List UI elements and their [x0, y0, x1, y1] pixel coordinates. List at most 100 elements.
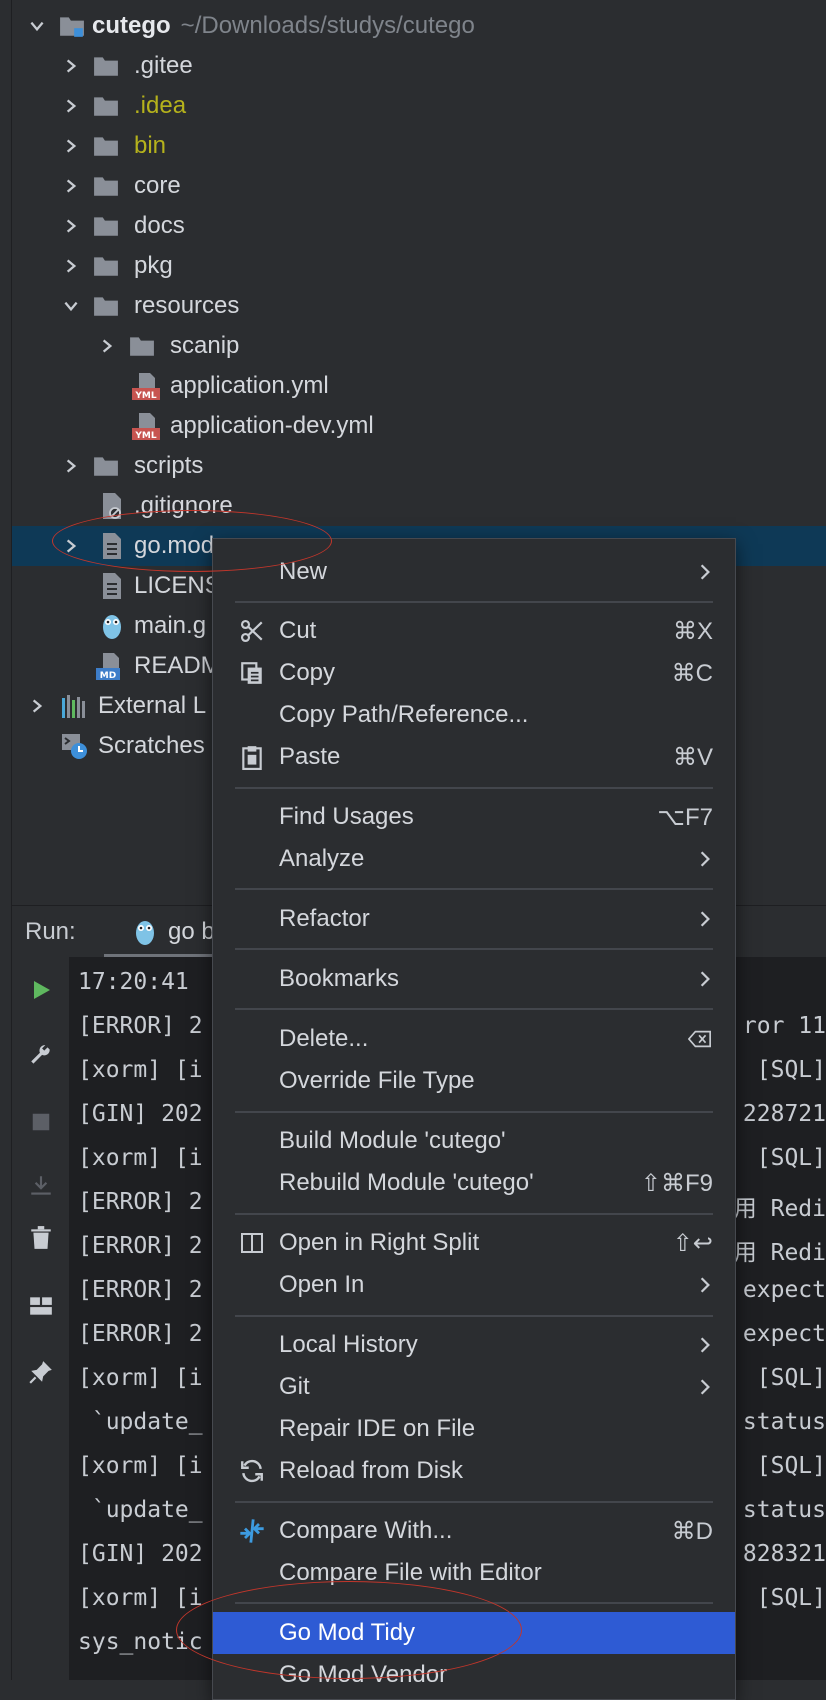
tree-item-gitee[interactable]: .gitee: [12, 46, 826, 86]
module-folder-icon: [58, 12, 86, 40]
clipboard-icon: [237, 742, 267, 772]
submenu-arrow-icon: [697, 849, 713, 869]
menu-item-label: Go Mod Tidy: [279, 1619, 416, 1646]
chevron-right-icon[interactable]: [60, 95, 82, 117]
console-line: `update_: [78, 1497, 203, 1523]
run-icon[interactable]: [26, 975, 56, 1005]
ignore-file-icon: [98, 492, 126, 520]
menu-item-find-usages[interactable]: Find Usages ⌥F7: [213, 796, 735, 838]
tree-item-label: resources: [134, 292, 240, 319]
chevron-right-icon[interactable]: [60, 135, 82, 157]
tree-item-scripts[interactable]: scripts: [12, 446, 826, 486]
menu-item-paste[interactable]: Paste ⌘V: [213, 736, 735, 778]
tree-item-label: .gitee: [134, 52, 193, 79]
submenu-arrow-icon: [697, 562, 713, 582]
menu-item-rebuild-module[interactable]: Rebuild Module 'cutego' ⇧⌘F9: [213, 1162, 735, 1204]
reload-icon: [237, 1456, 267, 1486]
shortcut-label: ⌘C: [671, 659, 713, 687]
wrench-icon[interactable]: [26, 1041, 56, 1071]
shortcut-label: ⇧⌘F9: [640, 1169, 713, 1197]
shortcut-label: ⇧↩: [672, 1229, 713, 1257]
menu-item-compare-with[interactable]: Compare With... ⌘D: [213, 1510, 735, 1552]
menu-item-compare-file-with-editor[interactable]: Compare File with Editor: [213, 1552, 735, 1594]
menu-item-local-history[interactable]: Local History: [213, 1324, 735, 1366]
menu-item-label: Open in Right Split: [279, 1229, 480, 1256]
tree-item-docs[interactable]: docs: [12, 206, 826, 246]
trash-icon[interactable]: [26, 1223, 56, 1253]
text-file-icon: [98, 532, 126, 560]
menu-item-open-in-right-split[interactable]: Open in Right Split ⇧↩: [213, 1222, 735, 1264]
submenu-arrow-icon: [697, 969, 713, 989]
chevron-right-icon[interactable]: [60, 55, 82, 77]
console-line-tail: [SQL]: [756, 1365, 826, 1391]
shortcut-label: ⌥F7: [657, 803, 713, 831]
md-badge-text: MD: [100, 671, 116, 680]
menu-item-git[interactable]: Git: [213, 1366, 735, 1408]
chevron-right-icon[interactable]: [60, 535, 82, 557]
menu-item-cut[interactable]: Cut ⌘X: [213, 610, 735, 652]
chevron-right-icon[interactable]: [60, 255, 82, 277]
menu-item-label: Git: [279, 1373, 310, 1400]
stop-icon[interactable]: [26, 1107, 56, 1137]
menu-item-label: Override File Type: [279, 1067, 475, 1094]
tree-item-application-yml[interactable]: YML application.yml: [12, 366, 826, 406]
menu-item-override-file-type[interactable]: Override File Type: [213, 1060, 735, 1102]
tree-root-row[interactable]: cutego ~/Downloads/studys/cutego: [12, 6, 826, 46]
chevron-right-icon[interactable]: [60, 455, 82, 477]
tree-item-application-dev-yml[interactable]: YML application-dev.yml: [12, 406, 826, 446]
tree-item-pkg[interactable]: pkg: [12, 246, 826, 286]
root-name: cutego: [92, 12, 171, 39]
folder-icon: [92, 92, 120, 120]
chevron-right-icon[interactable]: [26, 695, 48, 717]
menu-item-build-module[interactable]: Build Module 'cutego': [213, 1120, 735, 1162]
menu-separator: [235, 948, 713, 950]
menu-item-label: Reload from Disk: [279, 1457, 464, 1484]
chevron-right-icon[interactable]: [60, 175, 82, 197]
menu-item-label: Analyze: [279, 845, 365, 872]
menu-item-delete[interactable]: Delete...: [213, 1018, 735, 1060]
tree-item-label: core: [134, 172, 181, 199]
menu-item-label: Rebuild Module 'cutego': [279, 1169, 534, 1196]
pin-icon[interactable]: [26, 1357, 56, 1387]
folder-icon: [92, 252, 120, 280]
chevron-down-icon[interactable]: [26, 15, 48, 37]
menu-item-new[interactable]: New: [213, 551, 735, 593]
chevron-right-icon[interactable]: [60, 215, 82, 237]
tree-item-resources[interactable]: resources: [12, 286, 826, 326]
tree-item-gitignore[interactable]: .gitignore: [12, 486, 826, 526]
text-file-icon: [98, 572, 126, 600]
menu-item-go-mod-vendor[interactable]: Go Mod Vendor: [213, 1654, 735, 1696]
chevron-right-icon[interactable]: [96, 335, 118, 357]
menu-item-analyze[interactable]: Analyze: [213, 838, 735, 880]
console-line-tail: 用 Redi: [733, 1196, 826, 1222]
context-menu: New Cut ⌘X Copy ⌘C Copy Path/Reference..…: [212, 538, 736, 1700]
console-line: [ERROR] 2: [78, 1277, 203, 1303]
layout-icon[interactable]: [26, 1291, 56, 1321]
scroll-to-end-icon[interactable]: [26, 1171, 56, 1201]
menu-item-reload-from-disk[interactable]: Reload from Disk: [213, 1450, 735, 1492]
folder-icon: [92, 52, 120, 80]
copy-icon: [237, 658, 267, 688]
tree-item-core[interactable]: core: [12, 166, 826, 206]
menu-item-copy[interactable]: Copy ⌘C: [213, 652, 735, 694]
menu-item-refactor[interactable]: Refactor: [213, 898, 735, 940]
console-line: [xorm] [i: [78, 1453, 203, 1479]
menu-item-open-in[interactable]: Open In: [213, 1264, 735, 1306]
menu-item-bookmarks[interactable]: Bookmarks: [213, 958, 735, 1000]
chevron-down-icon[interactable]: [60, 295, 82, 317]
tree-item-bin[interactable]: bin: [12, 126, 826, 166]
gopher-icon: [98, 612, 126, 640]
tree-item-label: main.g: [134, 612, 207, 639]
folder-icon: [92, 292, 120, 320]
menu-item-go-mod-tidy[interactable]: Go Mod Tidy: [213, 1612, 735, 1654]
tree-item-idea[interactable]: .idea: [12, 86, 826, 126]
menu-separator: [235, 1008, 713, 1010]
split-view-icon: [237, 1228, 267, 1258]
library-icon: [60, 692, 88, 720]
tree-item-scanip[interactable]: scanip: [12, 326, 826, 366]
menu-item-repair-ide[interactable]: Repair IDE on File: [213, 1408, 735, 1450]
gopher-icon: [132, 918, 158, 946]
menu-item-copy-path[interactable]: Copy Path/Reference...: [213, 694, 735, 736]
menu-item-label: Compare File with Editor: [279, 1559, 542, 1586]
menu-item-label: Local History: [279, 1331, 418, 1358]
